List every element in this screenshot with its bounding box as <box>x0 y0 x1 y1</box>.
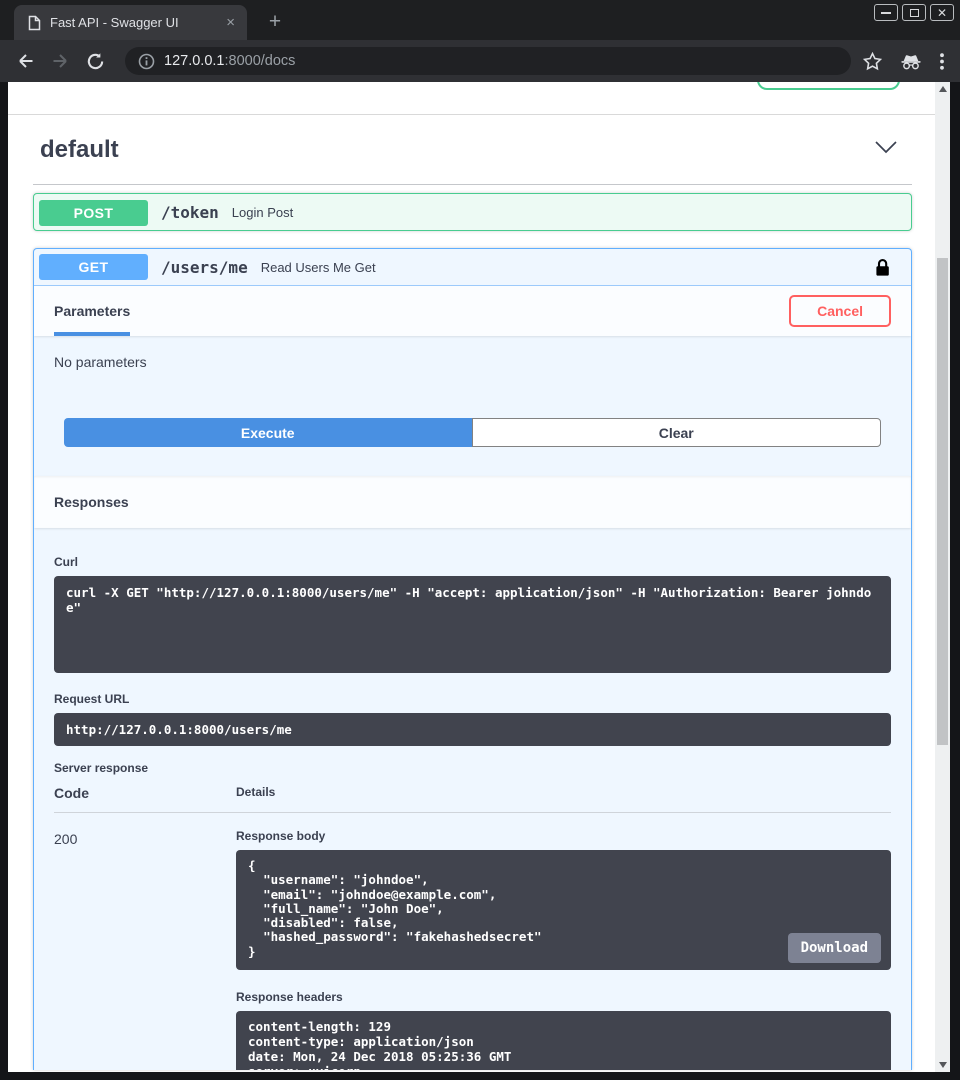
bookmark-star-icon[interactable] <box>863 52 882 71</box>
tab-close-icon[interactable]: × <box>224 15 237 30</box>
response-details: Response body { "username": "johndoe", "… <box>236 825 891 1070</box>
cancel-button[interactable]: Cancel <box>789 295 891 327</box>
opblock-get-users-me: GET /users/me Read Users Me Get Paramete… <box>33 248 912 1070</box>
get-summary-text: Read Users Me Get <box>261 260 376 275</box>
response-table-header: Code Details <box>54 785 891 813</box>
url-text: 127.0.0.1:8000/docs <box>164 53 295 69</box>
responses-body: Curl curl -X GET "http://127.0.0.1:8000/… <box>34 528 911 1070</box>
response-body: { "username": "johndoe", "email": "johnd… <box>236 850 891 970</box>
incognito-icon <box>900 53 922 70</box>
response-row-200: 200 Response body { "username": "johndoe… <box>54 813 891 1070</box>
scroll-down-icon[interactable] <box>935 1058 950 1072</box>
close-button[interactable]: ✕ <box>930 4 954 21</box>
swagger-page: default POST /token Login Post GET /user… <box>8 82 935 1072</box>
browser-toolbar: 127.0.0.1:8000/docs <box>0 40 960 82</box>
browser-chrome: Fast API - Swagger UI × + ✕ 127.0.0.1:80… <box>0 0 960 82</box>
scroll-up-icon[interactable] <box>935 82 950 96</box>
response-headers-label: Response headers <box>236 990 891 1004</box>
info-section-bottom <box>8 82 935 115</box>
post-path: /token <box>161 203 219 222</box>
scrollbar-thumb[interactable] <box>937 258 948 745</box>
execute-button[interactable]: Execute <box>64 418 472 447</box>
response-body-label: Response body <box>236 829 891 843</box>
code-column-header: Code <box>54 785 236 801</box>
maximize-button[interactable] <box>902 4 926 21</box>
forward-icon <box>51 52 70 70</box>
tab-parameters[interactable]: Parameters <box>54 286 130 336</box>
page-favicon-icon <box>28 15 41 31</box>
request-url-label: Request URL <box>54 692 891 706</box>
request-url: http://127.0.0.1:8000/users/me <box>54 713 891 746</box>
reload-button[interactable] <box>82 52 108 71</box>
authorize-button-partial[interactable] <box>757 82 900 90</box>
site-info-icon[interactable] <box>138 53 155 70</box>
details-column-header: Details <box>236 785 275 801</box>
get-path: /users/me <box>161 258 248 277</box>
page-scrollbar[interactable] <box>935 82 950 1072</box>
tab-title: Fast API - Swagger UI <box>50 15 224 30</box>
curl-label: Curl <box>54 555 891 569</box>
responses-header: Responses <box>34 476 911 528</box>
parameters-body: No parameters Execute Clear <box>34 336 911 476</box>
url-bar[interactable]: 127.0.0.1:8000/docs <box>125 47 851 75</box>
execute-button-group: Execute Clear <box>54 418 891 476</box>
post-method-badge: POST <box>39 200 148 226</box>
toolbar-right-icons <box>859 52 948 71</box>
tag-section-header[interactable]: default <box>33 115 912 185</box>
back-button[interactable] <box>12 52 38 70</box>
maximize-icon <box>910 9 919 17</box>
reload-icon <box>86 52 105 71</box>
auth-lock-icon[interactable] <box>875 258 890 277</box>
server-response-label: Server response <box>54 761 891 775</box>
window-controls: ✕ <box>874 4 954 21</box>
download-button[interactable]: Download <box>788 933 881 963</box>
opblock-post-token: POST /token Login Post <box>33 193 912 231</box>
response-headers: content-length: 129 content-type: applic… <box>236 1011 891 1070</box>
curl-command[interactable]: curl -X GET "http://127.0.0.1:8000/users… <box>54 576 891 673</box>
new-tab-button[interactable]: + <box>262 9 288 35</box>
tab-bar: Fast API - Swagger UI × + ✕ <box>0 0 960 40</box>
responses-title: Responses <box>54 494 129 510</box>
section-title: default <box>33 136 119 164</box>
menu-dots-icon[interactable] <box>940 53 944 70</box>
browser-tab[interactable]: Fast API - Swagger UI × <box>14 5 247 40</box>
status-code: 200 <box>54 825 236 1070</box>
forward-button[interactable] <box>47 52 73 70</box>
get-users-me-summary[interactable]: GET /users/me Read Users Me Get <box>34 249 911 286</box>
minimize-button[interactable] <box>874 4 898 21</box>
back-icon <box>16 52 35 70</box>
clear-button[interactable]: Clear <box>472 418 882 447</box>
get-method-badge: GET <box>39 254 148 280</box>
close-icon: ✕ <box>937 7 947 19</box>
post-token-summary[interactable]: POST /token Login Post <box>34 194 911 231</box>
no-parameters-text: No parameters <box>54 354 891 370</box>
chevron-down-icon[interactable] <box>874 140 898 159</box>
post-summary-text: Login Post <box>232 205 293 220</box>
minimize-icon <box>881 12 891 14</box>
parameters-header: Parameters Cancel <box>34 286 911 336</box>
